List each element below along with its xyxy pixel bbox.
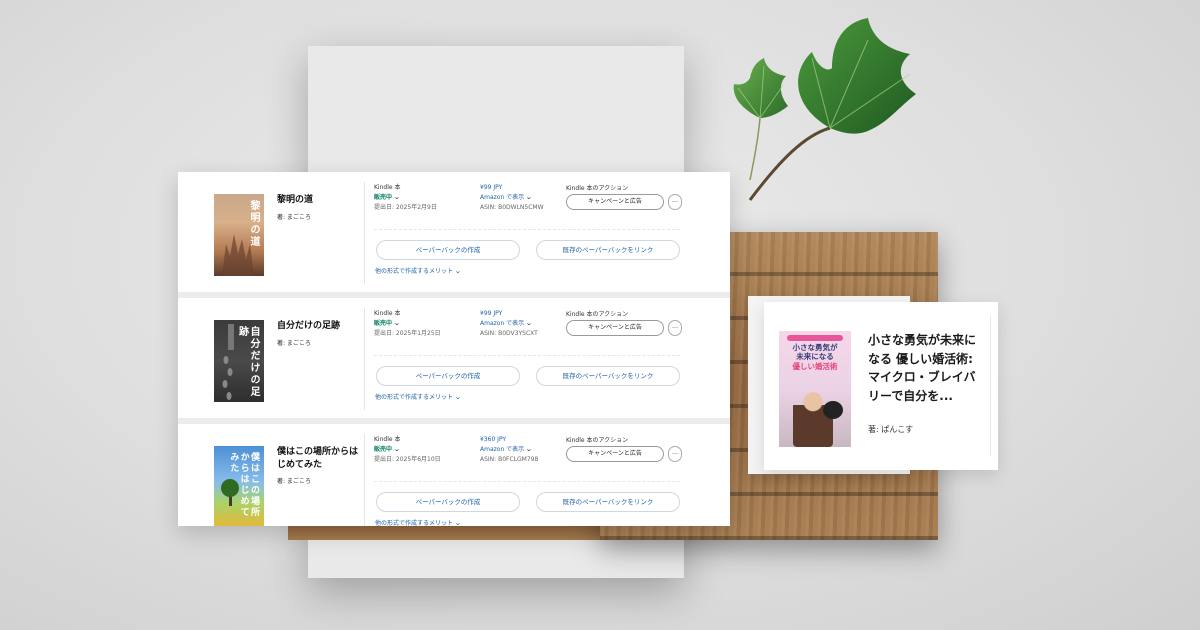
status-label: 販売中	[374, 320, 393, 328]
status-dropdown[interactable]: 販売中 ⌄	[374, 318, 441, 329]
cover-title-line: 小さな勇気が	[792, 343, 838, 352]
more-actions-button[interactable]: …	[668, 320, 682, 336]
chevron-down-icon: ⌄	[393, 319, 401, 328]
cover-title-line: 未来になる	[796, 352, 834, 362]
status-label: 販売中	[374, 446, 393, 454]
actions-column: Kindle 本のアクション キャンペーンと広告 …	[566, 435, 682, 462]
featured-book-author: 著: ぱんこす	[868, 425, 914, 434]
create-paperback-button[interactable]: ペーパーバックの作成	[376, 492, 520, 512]
other-formats-benefits-link[interactable]: 他の形式で作成するメリット ⌄	[375, 392, 461, 401]
ivy-leaf-icon	[720, 10, 960, 210]
book-cover-title: 自分だけの足跡	[236, 326, 260, 398]
book-author: 著: まごころ	[277, 478, 311, 485]
cover-title-line: 優しい婚活術	[792, 361, 838, 371]
chevron-down-icon: ⌄	[393, 445, 401, 454]
create-paperback-button[interactable]: ペーパーバックの作成	[376, 240, 520, 260]
format-column: Kindle 本 販売中 ⌄ 提出日: 2025年2月9日	[374, 183, 437, 212]
book-cover[interactable]: 黎明の道	[214, 194, 264, 276]
asin: ASIN: B0DV3YSCXT	[480, 330, 538, 338]
format-label: Kindle 本	[374, 184, 401, 191]
chevron-down-icon: ⌄	[454, 267, 462, 275]
amazon-view-label: Amazon で表示	[480, 320, 525, 328]
chevron-down-icon: ⌄	[525, 445, 533, 454]
price-column: ¥99 JPY Amazon で表示 ⌄ ASIN: B0DV3YSCXT	[480, 309, 538, 338]
book-row: 自分だけの足跡 自分だけの足跡 著: まごころ Kindle 本 販売中 ⌄ 提…	[178, 298, 730, 418]
benefits-label: 他の形式で作成するメリット	[375, 394, 454, 401]
book-cover[interactable]: 自分だけの足跡	[214, 320, 264, 402]
book-author: 著: まごころ	[277, 214, 311, 221]
price: ¥360 JPY	[480, 436, 507, 443]
other-formats-benefits-link[interactable]: 他の形式で作成するメリット ⌄	[375, 266, 461, 275]
chevron-down-icon: ⌄	[525, 193, 533, 202]
column-divider	[364, 308, 365, 410]
book-cover-title: 黎明の道	[248, 200, 259, 248]
format-label: Kindle 本	[374, 310, 401, 317]
book-author: 著: まごころ	[277, 340, 311, 347]
row-separator	[374, 229, 680, 230]
price-column: ¥360 JPY Amazon で表示 ⌄ ASIN: B0FCLGM798	[480, 435, 538, 464]
price: ¥99 JPY	[480, 310, 503, 317]
campaign-ads-button[interactable]: キャンペーンと広告	[566, 320, 664, 336]
benefits-label: 他の形式で作成するメリット	[375, 268, 454, 275]
chevron-down-icon: ⌄	[393, 193, 401, 202]
card-divider	[990, 316, 991, 456]
submitted-date: 提出日: 2025年1月25日	[374, 330, 441, 338]
book-cover[interactable]: 僕はこの場所からはじめてみた	[214, 446, 264, 526]
campaign-ads-button[interactable]: キャンペーンと広告	[566, 446, 664, 462]
chevron-down-icon: ⌄	[454, 393, 462, 401]
link-paperback-button[interactable]: 既存のペーパーバックをリンク	[536, 240, 680, 260]
book-title[interactable]: 僕はこの場所からはじめてみた	[277, 446, 362, 471]
status-dropdown[interactable]: 販売中 ⌄	[374, 444, 441, 455]
row-separator	[374, 355, 680, 356]
column-divider	[364, 182, 365, 284]
amazon-view-dropdown[interactable]: Amazon で表示 ⌄	[480, 444, 538, 455]
create-paperback-button[interactable]: ペーパーバックの作成	[376, 366, 520, 386]
asin: ASIN: B0DWLN5CMW	[480, 204, 544, 212]
cover-ribbon	[787, 335, 843, 341]
submitted-date: 提出日: 2025年2月9日	[374, 204, 437, 212]
amazon-view-dropdown[interactable]: Amazon で表示 ⌄	[480, 192, 544, 203]
cover-heart-icon	[823, 401, 843, 419]
format-column: Kindle 本 販売中 ⌄ 提出日: 2025年6月10日	[374, 435, 441, 464]
book-title[interactable]: 黎明の道	[277, 194, 362, 207]
status-dropdown[interactable]: 販売中 ⌄	[374, 192, 437, 203]
chevron-down-icon: ⌄	[454, 519, 462, 527]
price-column: ¥99 JPY Amazon で表示 ⌄ ASIN: B0DWLN5CMW	[480, 183, 544, 212]
featured-book-card[interactable]: 小さな勇気が 未来になる 優しい婚活術 小さな勇気が未来になる 優しい婚活術: …	[764, 302, 998, 470]
featured-book-title[interactable]: 小さな勇気が未来になる 優しい婚活術: マイクロ・ブレイバリーで自分を...	[868, 331, 978, 405]
book-title[interactable]: 自分だけの足跡	[277, 320, 362, 333]
format-column: Kindle 本 販売中 ⌄ 提出日: 2025年1月25日	[374, 309, 441, 338]
more-actions-button[interactable]: …	[668, 194, 682, 210]
link-paperback-button[interactable]: 既存のペーパーバックをリンク	[536, 366, 680, 386]
submitted-date: 提出日: 2025年6月10日	[374, 456, 441, 464]
more-actions-button[interactable]: …	[668, 446, 682, 462]
status-label: 販売中	[374, 194, 393, 202]
cover-person-image	[793, 389, 833, 447]
benefits-label: 他の形式で作成するメリット	[375, 520, 454, 527]
actions-column: Kindle 本のアクション キャンペーンと広告 …	[566, 309, 682, 336]
actions-label: Kindle 本のアクション	[566, 185, 629, 192]
campaign-ads-button[interactable]: キャンペーンと広告	[566, 194, 664, 210]
featured-book-cover[interactable]: 小さな勇気が 未来になる 優しい婚活術	[779, 331, 851, 447]
chevron-down-icon: ⌄	[525, 319, 533, 328]
price: ¥99 JPY	[480, 184, 503, 191]
amazon-view-label: Amazon で表示	[480, 194, 525, 202]
link-paperback-button[interactable]: 既存のペーパーバックをリンク	[536, 492, 680, 512]
book-cover-title: 僕はこの場所からはじめてみた	[228, 452, 259, 518]
amazon-view-dropdown[interactable]: Amazon で表示 ⌄	[480, 318, 538, 329]
book-row: 僕はこの場所からはじめてみた 僕はこの場所からはじめてみた 著: まごころ Ki…	[178, 424, 730, 527]
amazon-view-label: Amazon で表示	[480, 446, 525, 454]
other-formats-benefits-link[interactable]: 他の形式で作成するメリット ⌄	[375, 518, 461, 527]
book-row: 黎明の道 黎明の道 著: まごころ Kindle 本 販売中 ⌄ 提出日: 20…	[178, 172, 730, 292]
column-divider	[364, 434, 365, 526]
actions-column: Kindle 本のアクション キャンペーンと広告 …	[566, 183, 682, 210]
kindle-bookshelf-panel: 黎明の道 黎明の道 著: まごころ Kindle 本 販売中 ⌄ 提出日: 20…	[178, 172, 730, 527]
actions-label: Kindle 本のアクション	[566, 437, 629, 444]
asin: ASIN: B0FCLGM798	[480, 456, 539, 464]
row-separator	[374, 481, 680, 482]
format-label: Kindle 本	[374, 436, 401, 443]
featured-cover-title: 小さな勇気が 未来になる 優しい婚活術	[781, 343, 849, 371]
actions-label: Kindle 本のアクション	[566, 311, 629, 318]
